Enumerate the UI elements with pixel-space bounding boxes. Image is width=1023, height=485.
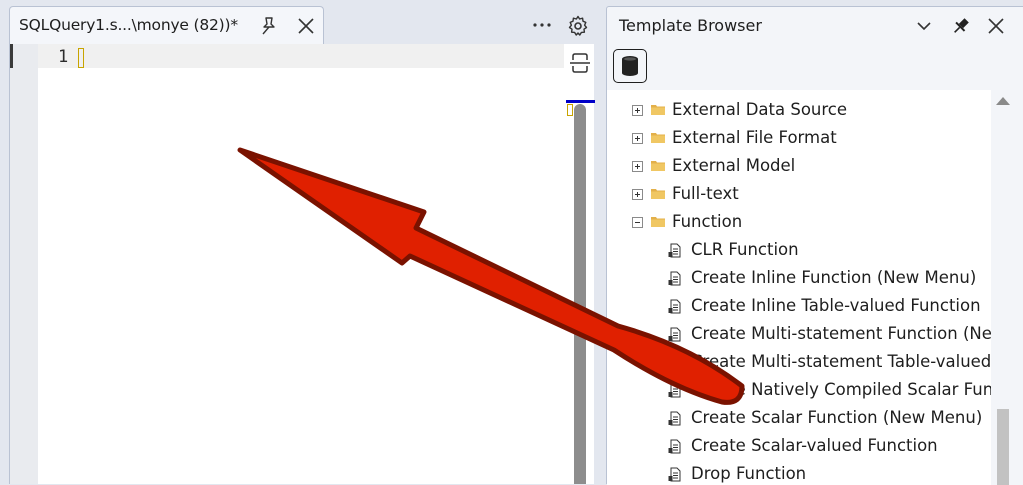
folder-icon: [651, 189, 665, 199]
database-icon: [622, 56, 638, 76]
tree-template-item[interactable]: Create Scalar Function (New Menu): [607, 405, 991, 433]
document-tab-title: SQLQuery1.s...\monye (82))*: [19, 16, 238, 34]
tree-template-item[interactable]: CLR Function: [607, 237, 991, 265]
line-number: 1: [58, 47, 69, 67]
template-browser-panel: Template Browser External Data Source Ext…: [606, 6, 1023, 485]
tree-item-label: Drop Function: [691, 464, 807, 483]
database-engine-button[interactable]: [613, 49, 647, 83]
template-file-icon: [668, 467, 681, 482]
tree-folder-item[interactable]: External Model: [607, 153, 991, 181]
text-caret: [78, 48, 84, 68]
expand-icon[interactable]: [632, 105, 643, 116]
overview-caret-marker: [567, 104, 573, 116]
tree-template-item[interactable]: Create Multi-statement Function (New: [607, 321, 991, 349]
pin-icon[interactable]: [950, 15, 972, 37]
folder-icon: [651, 217, 665, 227]
tree-item-label: Create Scalar Function (New Menu): [691, 408, 983, 427]
tree-template-item[interactable]: Drop Function: [607, 461, 991, 485]
tree-template-item[interactable]: Create Inline Table-valued Function: [607, 293, 991, 321]
template-file-icon: [668, 243, 681, 258]
template-file-icon: [668, 439, 681, 454]
tree-item-label: External Data Source: [672, 100, 848, 119]
tree-item-label: Create Inline Function (New Menu): [691, 268, 977, 287]
template-file-icon: [668, 271, 681, 286]
editor-margin: [10, 44, 38, 484]
template-file-icon: [668, 327, 681, 342]
tree-scrollbar-thumb[interactable]: [997, 409, 1009, 485]
tree-item-label: External File Format: [672, 128, 837, 147]
tree-template-item[interactable]: Create Inline Function (New Menu): [607, 265, 991, 293]
tree-item-label: Function: [672, 212, 743, 231]
folder-icon: [651, 133, 665, 143]
chevron-down-icon[interactable]: [913, 15, 935, 37]
tree-folder-item[interactable]: External Data Source: [607, 97, 991, 125]
collapse-icon[interactable]: [632, 217, 643, 228]
tree-folder-item[interactable]: External File Format: [607, 125, 991, 153]
tree-folder-item[interactable]: Function: [607, 209, 991, 237]
more-options-icon[interactable]: [531, 14, 553, 36]
editor-scrollbar-thumb[interactable]: [574, 104, 586, 484]
template-file-icon: [668, 299, 681, 314]
expand-icon[interactable]: [632, 133, 643, 144]
tree-template-item[interactable]: Create Multi-statement Table-valued F: [607, 349, 991, 377]
expand-icon[interactable]: [632, 189, 643, 200]
folder-icon: [651, 105, 665, 115]
template-file-icon: [668, 383, 681, 398]
document-tab[interactable]: SQLQuery1.s...\monye (82))*: [9, 6, 324, 44]
tree-item-label: CLR Function: [691, 240, 799, 259]
current-line-highlight: [38, 44, 564, 68]
close-icon[interactable]: [295, 15, 317, 37]
change-marker: [10, 44, 13, 68]
tree-item-label: External Model: [672, 156, 796, 175]
query-editor[interactable]: 1: [9, 44, 595, 484]
document-tab-bar: SQLQuery1.s...\monye (82))*: [0, 0, 600, 44]
tree-template-item[interactable]: Create Natively Compiled Scalar Funct: [607, 377, 991, 405]
overview-ruler-marker: [566, 100, 595, 103]
tree-folder-item[interactable]: Full-text: [607, 181, 991, 209]
split-editor-icon[interactable]: [567, 50, 593, 76]
tree-item-label: Create Inline Table-valued Function: [691, 296, 981, 315]
tree-template-item[interactable]: Create Scalar-valued Function: [607, 433, 991, 461]
template-tree: External Data Source External File Format…: [607, 90, 991, 485]
template-file-icon: [668, 411, 681, 426]
tree-item-label: Create Natively Compiled Scalar Funct: [691, 380, 991, 399]
gear-icon[interactable]: [566, 14, 590, 38]
tree-item-label: Create Scalar-valued Function: [691, 436, 938, 455]
tree-item-label: Create Multi-statement Table-valued F: [691, 352, 991, 371]
folder-icon: [651, 161, 665, 171]
expand-icon[interactable]: [632, 161, 643, 172]
close-icon[interactable]: [985, 15, 1007, 37]
panel-title: Template Browser: [619, 16, 762, 35]
tree-item-label: Full-text: [672, 184, 739, 203]
pin-icon[interactable]: [258, 15, 280, 37]
template-file-icon: [668, 355, 681, 370]
tree-item-label: Create Multi-statement Function (New: [691, 324, 991, 343]
scroll-up-icon[interactable]: [996, 97, 1010, 105]
